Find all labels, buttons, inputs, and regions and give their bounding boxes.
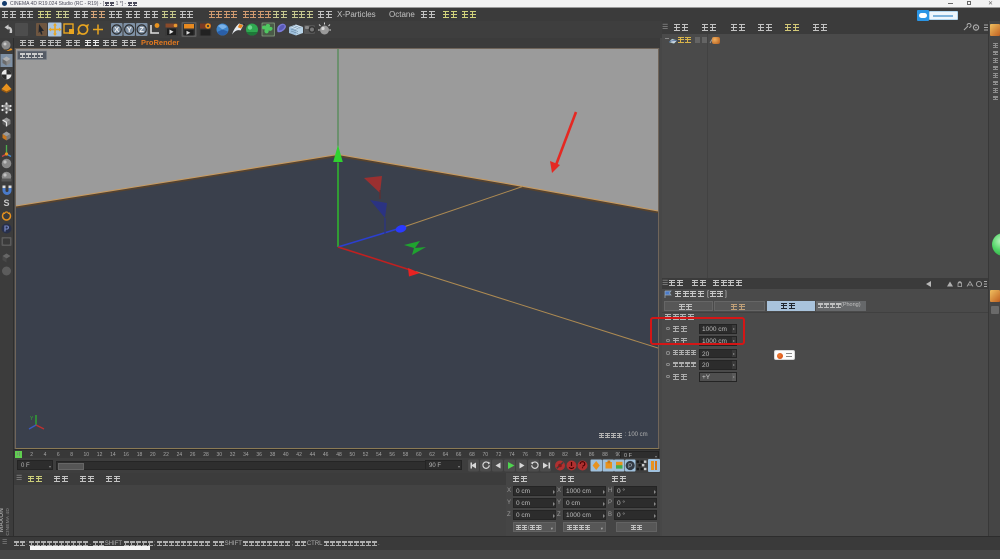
svg-text:X: X bbox=[114, 25, 119, 34]
svg-text:P: P bbox=[628, 463, 632, 470]
svg-text:Z: Z bbox=[139, 25, 144, 34]
svg-text:P: P bbox=[4, 225, 10, 234]
svg-text:Y: Y bbox=[127, 25, 132, 34]
svg-text:S: S bbox=[3, 198, 9, 208]
